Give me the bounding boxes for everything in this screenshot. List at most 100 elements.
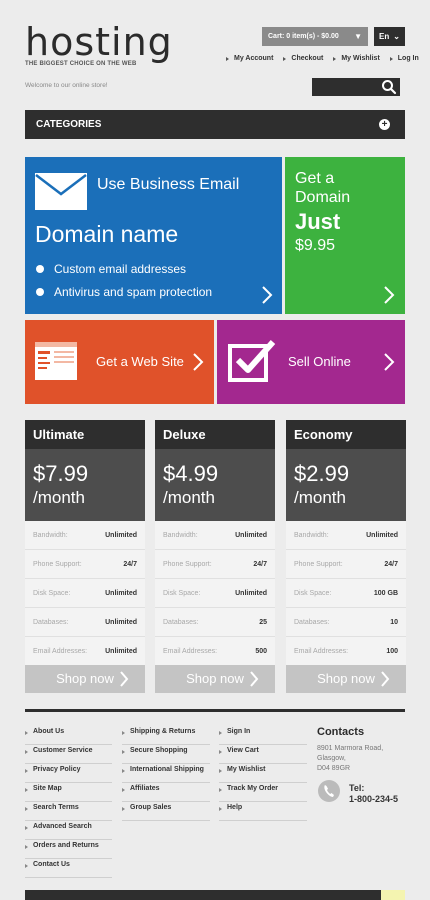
web-page-icon bbox=[35, 342, 77, 380]
feature-value: 24/7 bbox=[253, 561, 267, 568]
plan-name: Deluxe bbox=[155, 420, 275, 449]
shop-now-button[interactable]: Shop now bbox=[286, 665, 406, 693]
shop-now-label: Shop now bbox=[56, 671, 114, 686]
feature-row: Disk Space: Unlimited bbox=[25, 579, 145, 608]
logo[interactable]: hosting THE BIGGEST CHOICE ON THE WEB bbox=[25, 23, 173, 67]
domain-line2: Domain bbox=[295, 189, 351, 206]
advanced-search-link[interactable]: Advanced Search bbox=[33, 823, 92, 830]
footer-link-item: Sign In bbox=[219, 726, 307, 745]
footer-link-item: Advanced Search bbox=[25, 821, 112, 840]
feature-value: Unlimited bbox=[235, 590, 267, 597]
feature-value: 100 GB bbox=[373, 590, 398, 597]
bottom-bar bbox=[25, 890, 405, 900]
feature-value: Unlimited bbox=[105, 532, 137, 539]
footer-link-item: Contact Us bbox=[25, 859, 112, 878]
plan-price-block: $7.99 /month bbox=[25, 449, 145, 521]
domain-banner[interactable]: Get a Domain Just $9.95 bbox=[285, 157, 405, 314]
affiliates-link[interactable]: Affiliates bbox=[130, 785, 160, 792]
footer-link-item: View Cart bbox=[219, 745, 307, 764]
domain-line1: Get a bbox=[295, 170, 335, 187]
chevron-right-icon bbox=[250, 671, 259, 687]
plan-name: Economy bbox=[286, 420, 406, 449]
shop-now-button[interactable]: Shop now bbox=[25, 665, 145, 693]
plan-card-deluxe: Deluxe $4.99 /month Bandwidth: Unlimited … bbox=[155, 420, 275, 693]
track-my-order-link[interactable]: Track My Order bbox=[227, 785, 278, 792]
plan-price-block: $4.99 /month bbox=[155, 449, 275, 521]
feature-key: Disk Space: bbox=[33, 590, 71, 597]
feature-value: 25 bbox=[259, 619, 267, 626]
feature-value: 500 bbox=[255, 648, 267, 655]
feature-row: Email Addresses: 500 bbox=[155, 637, 275, 666]
tel-label: Tel: bbox=[349, 783, 365, 793]
feature-key: Bandwidth: bbox=[163, 532, 198, 539]
cart-label: Cart: 0 item(s) - $0.00 bbox=[268, 33, 339, 40]
search-icon[interactable] bbox=[381, 79, 397, 95]
site-map-link[interactable]: Site Map bbox=[33, 785, 62, 792]
phone-number[interactable]: 1-800-234-5 bbox=[349, 794, 398, 804]
feature-key: Bandwidth: bbox=[294, 532, 329, 539]
feature-row: Databases: 10 bbox=[286, 608, 406, 637]
my-wishlist-link[interactable]: My Wishlist bbox=[333, 55, 380, 62]
feature-value: 24/7 bbox=[384, 561, 398, 568]
about-us-link[interactable]: About Us bbox=[33, 728, 64, 735]
log-in-link[interactable]: Log In bbox=[389, 55, 419, 62]
feature-value: Unlimited bbox=[235, 532, 267, 539]
shop-now-button[interactable]: Shop now bbox=[155, 665, 275, 693]
chevron-right-icon bbox=[381, 671, 390, 687]
feature-key: Databases: bbox=[294, 619, 330, 626]
feature-value: Unlimited bbox=[105, 648, 137, 655]
sell-online-banner[interactable]: Sell Online bbox=[217, 320, 405, 404]
sign-in-link[interactable]: Sign In bbox=[227, 728, 250, 735]
banner-subtitle: Domain name bbox=[35, 221, 179, 247]
feature-key: Phone Support: bbox=[163, 561, 212, 568]
customer-service-link[interactable]: Customer Service bbox=[33, 747, 93, 754]
shop-now-label: Shop now bbox=[317, 671, 375, 686]
language-label: En bbox=[379, 32, 390, 41]
view-cart-link[interactable]: View Cart bbox=[227, 747, 259, 754]
plan-features: Bandwidth: Unlimited Phone Support: 24/7 D… bbox=[286, 521, 406, 666]
privacy-policy-link[interactable]: Privacy Policy bbox=[33, 766, 80, 773]
search-input[interactable] bbox=[315, 80, 381, 94]
plus-icon[interactable]: + bbox=[379, 119, 390, 130]
cart-dropdown[interactable]: Cart: 0 item(s) - $0.00 ▼ bbox=[262, 27, 368, 46]
sell-online-label: Sell Online bbox=[288, 354, 351, 369]
domain-just: Just bbox=[295, 209, 341, 234]
plan-price: $7.99 bbox=[33, 461, 89, 486]
feature-key: Phone Support: bbox=[33, 561, 82, 568]
orders-and-returns-link[interactable]: Orders and Returns bbox=[33, 842, 99, 849]
plan-price: $4.99 bbox=[163, 461, 219, 486]
international-shipping-link[interactable]: International Shipping bbox=[130, 766, 204, 773]
plan-features: Bandwidth: Unlimited Phone Support: 24/7 D… bbox=[25, 521, 145, 666]
address: 8901 Marmora Road, Glasgow, D04 89GR bbox=[317, 744, 383, 774]
group-sales-link[interactable]: Group Sales bbox=[130, 804, 171, 811]
business-email-banner[interactable]: Use Business Email Domain name Custom em… bbox=[25, 157, 282, 314]
web-site-banner[interactable]: Get a Web Site bbox=[25, 320, 214, 404]
feature-key: Email Addresses: bbox=[163, 648, 218, 655]
footer-link-item: Privacy Policy bbox=[25, 764, 112, 783]
feature-list: Custom email addresses Antivirus and spa… bbox=[35, 261, 212, 307]
help-link[interactable]: Help bbox=[227, 804, 242, 811]
feature-row: Email Addresses: Unlimited bbox=[25, 637, 145, 666]
search-terms-link[interactable]: Search Terms bbox=[33, 804, 79, 811]
footer-link-item: Affiliates bbox=[122, 783, 210, 802]
secure-shopping-link[interactable]: Secure Shopping bbox=[130, 747, 188, 754]
footer-link-item: About Us bbox=[25, 726, 112, 745]
my-wishlist-footer-link[interactable]: My Wishlist bbox=[227, 766, 265, 773]
language-selector[interactable]: En ⌄ bbox=[374, 27, 405, 46]
address-line: D04 89GR bbox=[317, 765, 351, 772]
footer-link-item: Group Sales bbox=[122, 802, 210, 821]
footer-divider bbox=[25, 709, 405, 712]
checkout-link[interactable]: Checkout bbox=[283, 55, 323, 62]
feature-row: Email Addresses: 100 bbox=[286, 637, 406, 666]
categories-bar[interactable]: CATEGORIES + bbox=[25, 110, 405, 139]
my-account-link[interactable]: My Account bbox=[226, 55, 273, 62]
plan-name: Ultimate bbox=[25, 420, 145, 449]
contact-us-link[interactable]: Contact Us bbox=[33, 861, 70, 868]
chevron-right-icon bbox=[193, 353, 204, 371]
feature-key: Databases: bbox=[33, 619, 69, 626]
feature-key: Email Addresses: bbox=[33, 648, 88, 655]
footer-column-3: Sign In View Cart My Wishlist Track My O… bbox=[219, 726, 307, 821]
envelope-icon bbox=[35, 173, 87, 210]
chevron-right-icon bbox=[262, 286, 273, 304]
shipping-returns-link[interactable]: Shipping & Returns bbox=[130, 728, 195, 735]
